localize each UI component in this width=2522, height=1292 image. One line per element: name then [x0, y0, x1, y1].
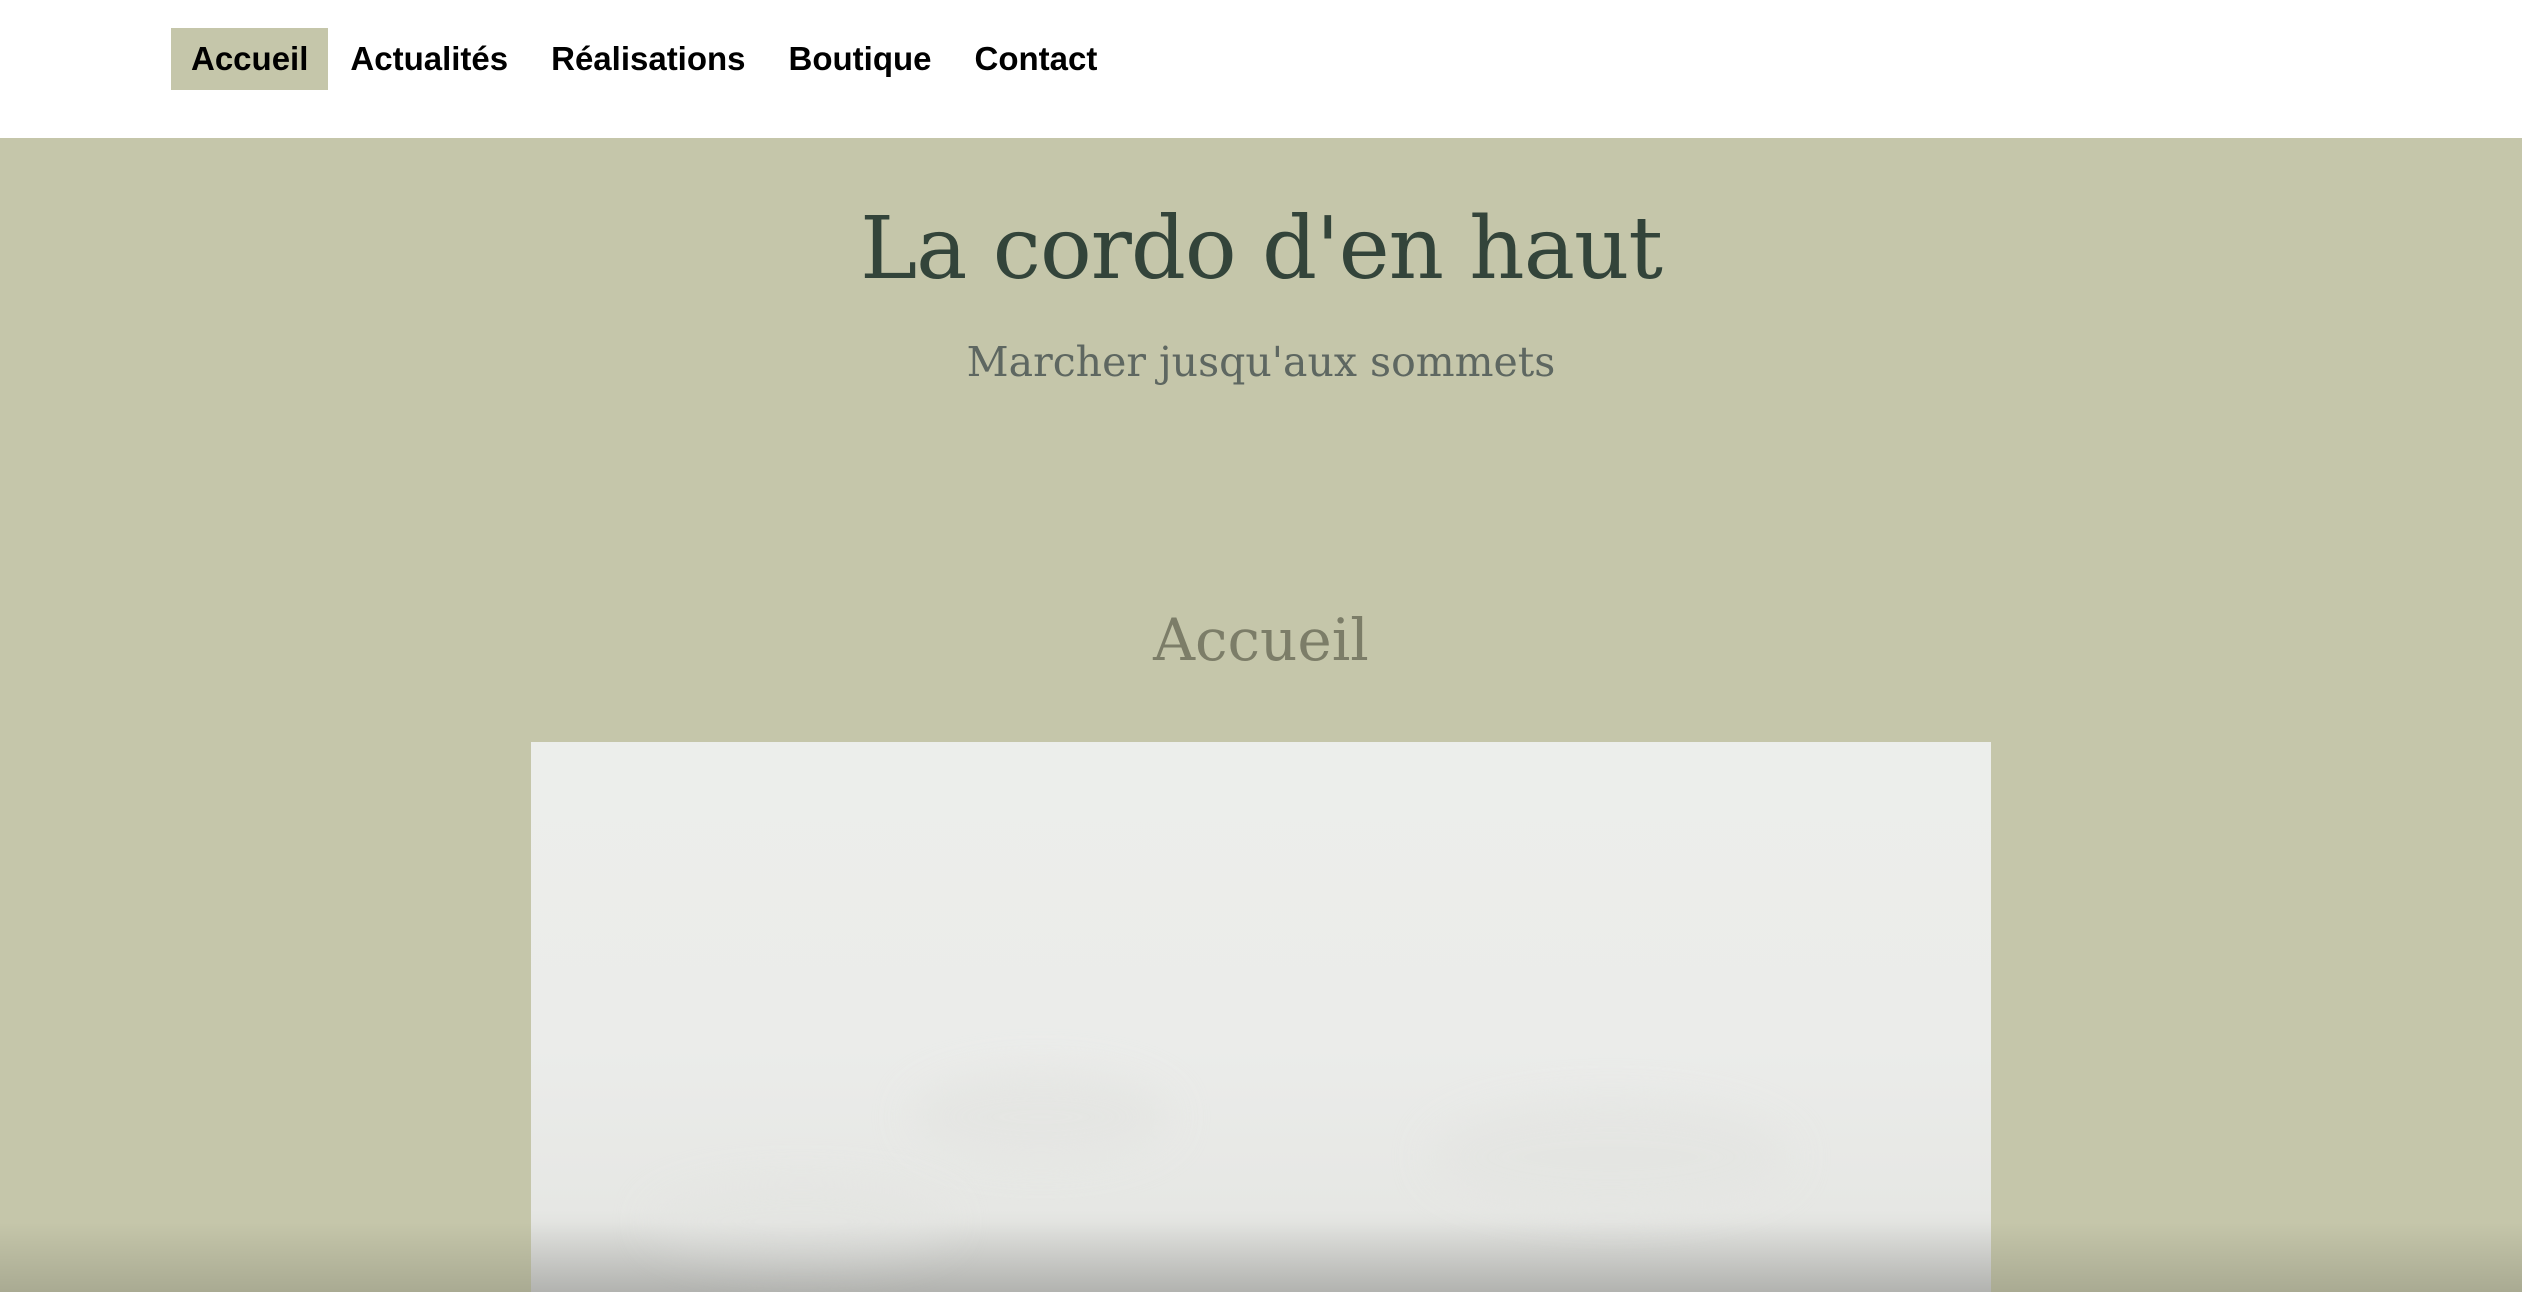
nav-item-label: Contact [974, 40, 1098, 77]
nav-item-boutique[interactable]: Boutique [768, 28, 953, 90]
nav-item-label: Actualités [350, 40, 509, 77]
nav-item-accueil[interactable]: Accueil [171, 28, 329, 90]
page-title: Accueil [1153, 606, 1369, 674]
site-tagline: Marcher jusqu'aux sommets [966, 338, 1556, 386]
nav-item-contact[interactable]: Contact [954, 28, 1119, 90]
nav-item-label: Accueil [191, 40, 309, 77]
nav-item-realisations[interactable]: Réalisations [530, 28, 766, 90]
site-title: La cordo d'en haut [860, 199, 1663, 299]
top-navigation-bar: Accueil Actualités Réalisations Boutique… [0, 0, 2522, 138]
hero-section: La cordo d'en haut Marcher jusqu'aux som… [0, 138, 2522, 1292]
nav-item-label: Boutique [788, 40, 932, 77]
nav-item-actualites[interactable]: Actualités [329, 28, 529, 90]
main-nav: Accueil Actualités Réalisations Boutique… [171, 28, 1119, 90]
hero-image [531, 742, 1991, 1292]
nav-item-label: Réalisations [551, 40, 746, 77]
